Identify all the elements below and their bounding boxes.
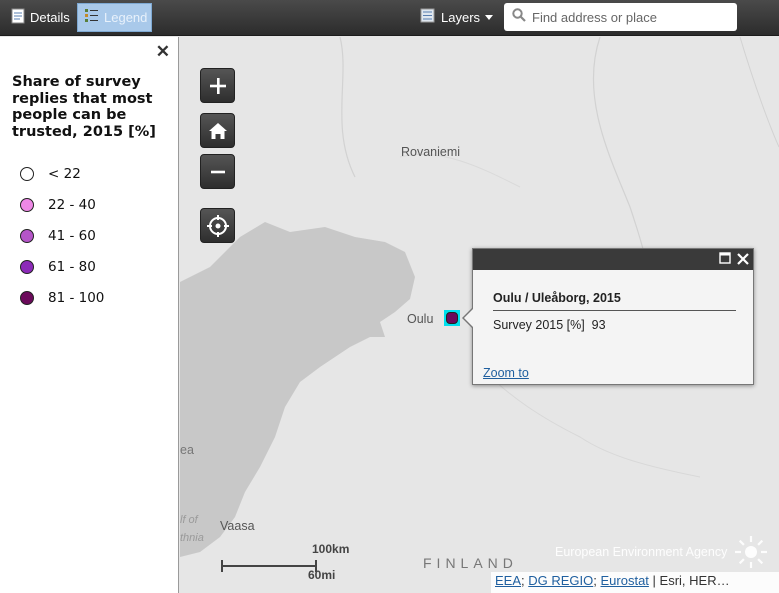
layers-label: Layers xyxy=(441,9,481,25)
place-label-oulu: Oulu xyxy=(407,312,434,326)
search-box xyxy=(504,3,737,31)
legend-item-label: 22 - 40 xyxy=(48,196,96,213)
search-input[interactable] xyxy=(532,9,732,25)
eea-watermark-text: European Environment Agency xyxy=(555,545,728,559)
home-icon xyxy=(208,122,227,139)
popup-title: Oulu / Uleåborg, 2015 xyxy=(493,291,621,305)
legend-button[interactable]: Legend xyxy=(77,3,152,32)
zoom-out-button[interactable] xyxy=(200,154,235,189)
place-label-finland: FINLAND xyxy=(423,555,518,571)
popup-field: Survey 2015 [%] 93 xyxy=(493,318,606,332)
legend-label: Legend xyxy=(104,10,148,25)
attribution-link-eurostat[interactable]: Eurostat xyxy=(601,573,649,588)
eea-logo-icon xyxy=(735,536,768,568)
maximize-icon[interactable] xyxy=(719,251,731,267)
legend-list-icon xyxy=(84,8,99,27)
legend-swatch xyxy=(20,290,34,305)
attribution-link-eea[interactable]: EEA xyxy=(495,573,521,588)
oulu-marker[interactable] xyxy=(444,310,460,326)
legend-item: < 22 xyxy=(20,158,104,189)
legend-item-label: < 22 xyxy=(48,165,81,182)
map-app: Details Legend Layers ✕ Share of survey … xyxy=(0,0,779,593)
attribution-text: | Esri, HER… xyxy=(652,573,730,588)
legend-list: < 22 22 - 40 41 - 60 61 - 80 81 - 100 xyxy=(20,158,104,313)
close-icon[interactable] xyxy=(736,249,750,269)
attribution-bar: EEA; DG REGIO; Eurostat | Esri, HER… xyxy=(491,572,779,593)
legend-item: 81 - 100 xyxy=(20,282,104,313)
popup-pointer-inner xyxy=(464,308,474,328)
search-icon[interactable] xyxy=(512,7,526,27)
popup-field-value: 93 xyxy=(591,318,606,332)
close-icon[interactable]: ✕ xyxy=(156,42,170,62)
map-canvas[interactable]: Rovaniemi Oulu Vaasa FINLAND ea lf of th… xyxy=(180,37,779,593)
place-label-gulf-fragment-2: thnia xyxy=(180,532,204,544)
legend-item: 22 - 40 xyxy=(20,189,104,220)
scale-ruler xyxy=(221,560,317,572)
layers-dropdown[interactable]: Layers xyxy=(420,8,494,26)
attribution-link-dg-regio[interactable]: DG REGIO xyxy=(528,573,593,588)
legend-panel: ✕ Share of survey replies that most peop… xyxy=(0,37,179,593)
locate-icon xyxy=(206,214,229,237)
legend-title: Share of survey replies that most people… xyxy=(12,74,156,140)
legend-item-label: 61 - 80 xyxy=(48,258,96,275)
legend-item: 61 - 80 xyxy=(20,251,104,282)
eea-watermark: European Environment Agency xyxy=(555,534,769,570)
details-label: Details xyxy=(30,10,70,25)
popup-divider xyxy=(493,310,736,311)
zoom-to-link[interactable]: Zoom to xyxy=(483,366,529,380)
legend-swatch xyxy=(20,197,34,212)
chevron-down-icon xyxy=(485,14,494,20)
layers-icon xyxy=(420,8,435,26)
top-toolbar: Details Legend Layers xyxy=(0,0,779,36)
details-button[interactable]: Details xyxy=(5,3,76,32)
document-icon xyxy=(11,8,25,27)
marker-symbol xyxy=(446,312,458,324)
legend-item: 41 - 60 xyxy=(20,220,104,251)
legend-item-label: 41 - 60 xyxy=(48,227,96,244)
legend-swatch xyxy=(20,228,34,243)
legend-item-label: 81 - 100 xyxy=(48,289,105,306)
legend-swatch xyxy=(20,166,34,181)
popup-field-label: Survey 2015 [%] xyxy=(493,318,585,332)
popup-header xyxy=(473,249,753,270)
scale-mi-label: 60mi xyxy=(308,568,336,582)
zoom-in-button[interactable] xyxy=(200,68,235,103)
plus-icon xyxy=(209,77,226,94)
home-button[interactable] xyxy=(200,113,235,148)
locate-button[interactable] xyxy=(200,208,235,243)
place-label-vaasa: Vaasa xyxy=(220,519,255,533)
minus-icon xyxy=(210,170,225,173)
place-label-rovaniemi: Rovaniemi xyxy=(401,145,461,159)
legend-swatch xyxy=(20,259,34,274)
info-popup: Oulu / Uleåborg, 2015 Survey 2015 [%] 93… xyxy=(462,248,754,385)
place-label-gulf-fragment-1: lf of xyxy=(180,514,198,526)
place-label-sea-fragment: ea xyxy=(180,443,194,457)
